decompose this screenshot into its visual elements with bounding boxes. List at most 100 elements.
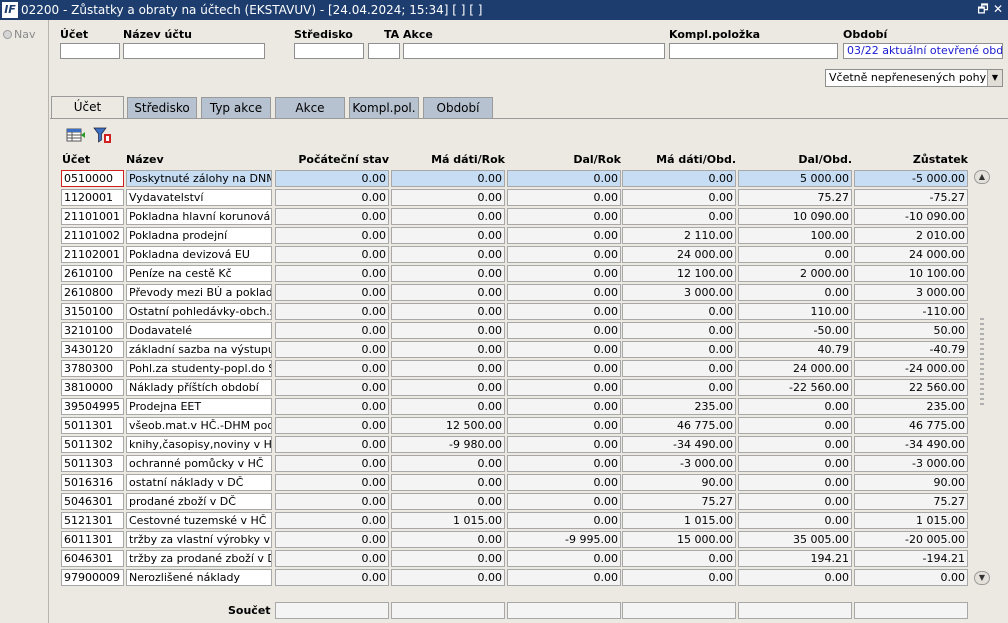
cell-nazev[interactable]: Ostatní pohledávky-obch.styk bbox=[126, 303, 272, 320]
ta-filter-input[interactable] bbox=[368, 43, 400, 59]
cell-ucet[interactable]: 21101002 bbox=[61, 227, 124, 244]
cell-dal-rok[interactable]: 0.00 bbox=[507, 322, 621, 339]
cell-zustatek[interactable]: 10 100.00 bbox=[854, 265, 968, 282]
cell-dal-obd[interactable]: 0.00 bbox=[738, 455, 852, 472]
cell-ma-dati-rok[interactable]: 0.00 bbox=[391, 246, 505, 263]
tab-typ-akce[interactable]: Typ akce bbox=[201, 97, 271, 118]
ucet-filter-input[interactable] bbox=[60, 43, 120, 59]
grid-settings-icon[interactable] bbox=[66, 126, 86, 144]
cell-zustatek[interactable]: 22 560.00 bbox=[854, 379, 968, 396]
col-header-ucet[interactable]: Účet bbox=[62, 153, 90, 166]
cell-ma-dati-obd[interactable]: 2 110.00 bbox=[622, 227, 736, 244]
cell-pocatecni-stav[interactable]: 0.00 bbox=[275, 550, 389, 567]
cell-dal-rok[interactable]: 0.00 bbox=[507, 189, 621, 206]
cell-dal-rok[interactable]: 0.00 bbox=[507, 493, 621, 510]
nazev-uctu-filter-input[interactable] bbox=[123, 43, 265, 59]
cell-dal-obd[interactable]: 75.27 bbox=[738, 189, 852, 206]
cell-dal-obd[interactable]: 0.00 bbox=[738, 474, 852, 491]
cell-pocatecni-stav[interactable]: 0.00 bbox=[275, 303, 389, 320]
tab-ucet[interactable]: Účet bbox=[51, 96, 124, 118]
cell-ma-dati-rok[interactable]: 0.00 bbox=[391, 227, 505, 244]
cell-ma-dati-rok[interactable]: 0.00 bbox=[391, 303, 505, 320]
cell-dal-rok[interactable]: 0.00 bbox=[507, 417, 621, 434]
cell-pocatecni-stav[interactable]: 0.00 bbox=[275, 474, 389, 491]
cell-ma-dati-rok[interactable]: -9 980.00 bbox=[391, 436, 505, 453]
cell-ucet[interactable]: 3780300 bbox=[61, 360, 124, 377]
cell-zustatek[interactable]: -24 000.00 bbox=[854, 360, 968, 377]
cell-ma-dati-rok[interactable]: 0.00 bbox=[391, 341, 505, 358]
akce-filter-input[interactable] bbox=[403, 43, 665, 59]
cell-ma-dati-obd[interactable]: 12 100.00 bbox=[622, 265, 736, 282]
cell-nazev[interactable]: Peníze na cestě Kč bbox=[126, 265, 272, 282]
cell-ucet[interactable]: 3430120 bbox=[61, 341, 124, 358]
cell-dal-rok[interactable]: -9 995.00 bbox=[507, 531, 621, 548]
cell-pocatecni-stav[interactable]: 0.00 bbox=[275, 284, 389, 301]
cell-ma-dati-rok[interactable]: 0.00 bbox=[391, 379, 505, 396]
cell-ma-dati-obd[interactable]: 0.00 bbox=[622, 303, 736, 320]
cell-zustatek[interactable]: -40.79 bbox=[854, 341, 968, 358]
cell-ma-dati-obd[interactable]: 24 000.00 bbox=[622, 246, 736, 263]
tab-stredisko[interactable]: Středisko bbox=[127, 97, 197, 118]
cell-zustatek[interactable]: -10 090.00 bbox=[854, 208, 968, 225]
cell-ucet[interactable]: 5046301 bbox=[61, 493, 124, 510]
cell-dal-rok[interactable]: 0.00 bbox=[507, 550, 621, 567]
cell-pocatecni-stav[interactable]: 0.00 bbox=[275, 417, 389, 434]
cell-ucet[interactable]: 2610100 bbox=[61, 265, 124, 282]
col-header-zustatek[interactable]: Zůstatek bbox=[854, 153, 968, 166]
cell-nazev[interactable]: prodané zboží v DČ bbox=[126, 493, 272, 510]
cell-nazev[interactable]: Dodavatelé bbox=[126, 322, 272, 339]
cell-dal-rok[interactable]: 0.00 bbox=[507, 265, 621, 282]
cell-ma-dati-obd[interactable]: 0.00 bbox=[622, 322, 736, 339]
cell-ma-dati-obd[interactable]: 0.00 bbox=[622, 170, 736, 187]
cell-ma-dati-rok[interactable]: 0.00 bbox=[391, 474, 505, 491]
cell-dal-obd[interactable]: 35 005.00 bbox=[738, 531, 852, 548]
cell-dal-rok[interactable]: 0.00 bbox=[507, 436, 621, 453]
chevron-down-icon[interactable]: ▼ bbox=[987, 70, 1002, 86]
cell-pocatecni-stav[interactable]: 0.00 bbox=[275, 170, 389, 187]
cell-ucet[interactable]: 0510000 bbox=[61, 170, 124, 187]
cell-ma-dati-obd[interactable]: 235.00 bbox=[622, 398, 736, 415]
cell-dal-rok[interactable]: 0.00 bbox=[507, 379, 621, 396]
cell-ma-dati-rok[interactable]: 0.00 bbox=[391, 189, 505, 206]
cell-ma-dati-obd[interactable]: 0.00 bbox=[622, 569, 736, 586]
cell-nazev[interactable]: Cestovné tuzemské v HČ bbox=[126, 512, 272, 529]
cell-ma-dati-rok[interactable]: 0.00 bbox=[391, 531, 505, 548]
cell-ma-dati-obd[interactable]: 0.00 bbox=[622, 189, 736, 206]
cell-pocatecni-stav[interactable]: 0.00 bbox=[275, 531, 389, 548]
cell-pocatecni-stav[interactable]: 0.00 bbox=[275, 512, 389, 529]
cell-ma-dati-obd[interactable]: 0.00 bbox=[622, 341, 736, 358]
cell-ma-dati-rok[interactable]: 0.00 bbox=[391, 322, 505, 339]
cell-ma-dati-obd[interactable]: 0.00 bbox=[622, 208, 736, 225]
cell-ma-dati-obd[interactable]: 90.00 bbox=[622, 474, 736, 491]
cell-ucet[interactable]: 3150100 bbox=[61, 303, 124, 320]
cell-ucet[interactable]: 39504995 bbox=[61, 398, 124, 415]
cell-zustatek[interactable]: -34 490.00 bbox=[854, 436, 968, 453]
cell-zustatek[interactable]: 0.00 bbox=[854, 569, 968, 586]
cell-dal-obd[interactable]: 100.00 bbox=[738, 227, 852, 244]
cell-zustatek[interactable]: 235.00 bbox=[854, 398, 968, 415]
cell-dal-rok[interactable]: 0.00 bbox=[507, 303, 621, 320]
cell-ma-dati-obd[interactable]: 1 015.00 bbox=[622, 512, 736, 529]
cell-ma-dati-rok[interactable]: 0.00 bbox=[391, 265, 505, 282]
cell-zustatek[interactable]: -20 005.00 bbox=[854, 531, 968, 548]
col-header-dal-obd[interactable]: Dal/Obd. bbox=[738, 153, 852, 166]
col-header-pocatecni-stav[interactable]: Počáteční stav bbox=[275, 153, 389, 166]
cell-zustatek[interactable]: 90.00 bbox=[854, 474, 968, 491]
filter-icon[interactable] bbox=[92, 126, 112, 144]
cell-ma-dati-rok[interactable]: 0.00 bbox=[391, 360, 505, 377]
cell-nazev[interactable]: Poskytnuté zálohy na DNM bbox=[126, 170, 272, 187]
tab-kompl-pol[interactable]: Kompl.pol. bbox=[349, 97, 419, 118]
cell-zustatek[interactable]: 75.27 bbox=[854, 493, 968, 510]
obdobi-filter-input[interactable]: 03/22 aktuální otevřené období bbox=[843, 43, 1003, 59]
nav-button[interactable]: Nav bbox=[3, 28, 35, 41]
cell-dal-obd[interactable]: 0.00 bbox=[738, 436, 852, 453]
cell-dal-rok[interactable]: 0.00 bbox=[507, 341, 621, 358]
cell-pocatecni-stav[interactable]: 0.00 bbox=[275, 265, 389, 282]
cell-nazev[interactable]: ostatní náklady v DČ bbox=[126, 474, 272, 491]
cell-ucet[interactable]: 6011301 bbox=[61, 531, 124, 548]
cell-nazev[interactable]: Pokladna prodejní bbox=[126, 227, 272, 244]
cell-pocatecni-stav[interactable]: 0.00 bbox=[275, 569, 389, 586]
cell-nazev[interactable]: ochranné pomůcky v HČ bbox=[126, 455, 272, 472]
col-header-ma-dati-obd[interactable]: Má dáti/Obd. bbox=[622, 153, 736, 166]
cell-ucet[interactable]: 97900009 bbox=[61, 569, 124, 586]
